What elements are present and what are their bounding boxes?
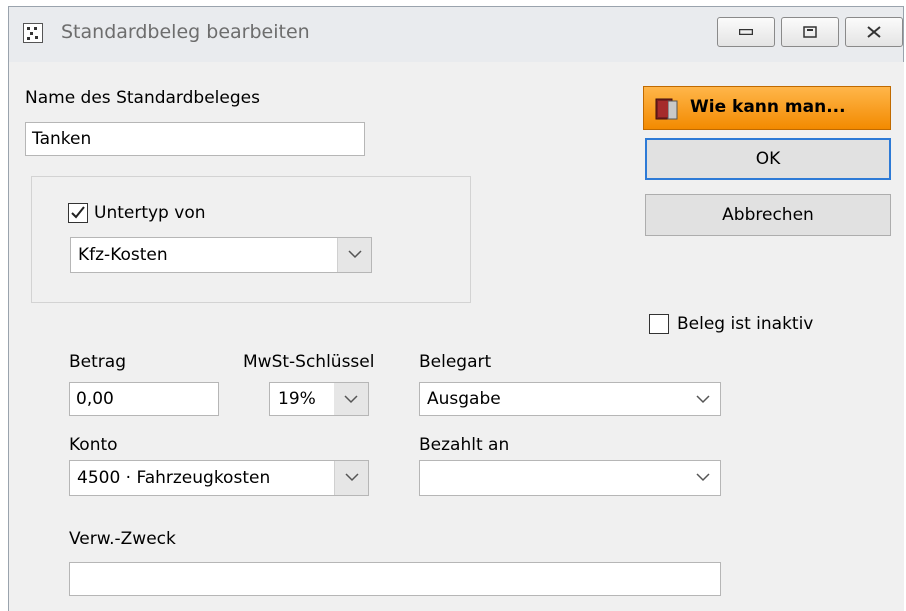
amount-label: Betrag [69, 352, 126, 372]
paid-to-label: Bezahlt an [419, 435, 510, 455]
account-value: 4500 · Fahrzeugkosten [77, 468, 271, 488]
dropdown-arrow[interactable] [337, 238, 371, 272]
name-label: Name des Standardbeleges [25, 88, 260, 108]
vat-dropdown[interactable]: 19% [269, 382, 369, 416]
chevron-down-icon [344, 395, 358, 404]
window-title: Standardbeleg bearbeiten [61, 21, 310, 43]
help-button[interactable]: Wie kann man... [643, 86, 891, 130]
type-value: Ausgabe [427, 389, 501, 409]
dropdown-arrow[interactable] [686, 461, 720, 495]
chevron-down-icon [345, 473, 359, 482]
chevron-down-icon [696, 395, 710, 404]
account-label: Konto [69, 435, 118, 455]
maximize-icon [803, 26, 817, 38]
close-button[interactable] [845, 17, 903, 47]
purpose-input[interactable] [69, 562, 721, 596]
dialog-window: Standardbeleg bearbeiten Name des Standa… [8, 6, 904, 611]
dropdown-arrow[interactable] [686, 383, 720, 415]
vat-label: MwSt-Schlüssel [243, 352, 375, 372]
subtype-dropdown[interactable]: Kfz-Kosten [70, 237, 372, 273]
subtype-group: Untertyp von Kfz-Kosten [31, 176, 471, 303]
name-input[interactable]: Tanken [25, 122, 365, 156]
title-bar[interactable]: Standardbeleg bearbeiten [8, 6, 904, 62]
help-button-label: Wie kann man... [690, 97, 846, 117]
maximize-button[interactable] [781, 17, 839, 47]
subtype-label: Untertyp von [94, 203, 206, 223]
account-dropdown[interactable]: 4500 · Fahrzeugkosten [69, 460, 369, 496]
amount-input[interactable]: 0,00 [69, 382, 219, 416]
inactive-label: Beleg ist inaktiv [677, 314, 814, 334]
subtype-checkbox[interactable] [68, 203, 88, 223]
book-icon [655, 98, 678, 120]
cancel-button[interactable]: Abbrechen [645, 194, 891, 236]
minimize-button[interactable] [717, 17, 775, 47]
dropdown-arrow[interactable] [334, 461, 368, 495]
dialog-body: Name des Standardbeleges Tanken Untertyp… [8, 62, 904, 611]
chevron-down-icon [696, 473, 710, 482]
ok-button[interactable]: OK [645, 138, 891, 180]
checkmark-icon [71, 206, 85, 219]
vat-value: 19% [278, 389, 316, 409]
purpose-label: Verw.-Zweck [69, 529, 176, 549]
paid-to-dropdown[interactable] [419, 460, 721, 496]
chevron-down-icon [348, 250, 362, 259]
minimize-icon [739, 29, 753, 35]
type-dropdown[interactable]: Ausgabe [419, 382, 721, 416]
dropdown-arrow[interactable] [334, 383, 368, 415]
inactive-checkbox[interactable] [649, 314, 669, 334]
app-icon[interactable] [23, 23, 43, 43]
type-label: Belegart [419, 352, 492, 372]
close-icon [867, 26, 881, 38]
subtype-value: Kfz-Kosten [78, 245, 168, 265]
